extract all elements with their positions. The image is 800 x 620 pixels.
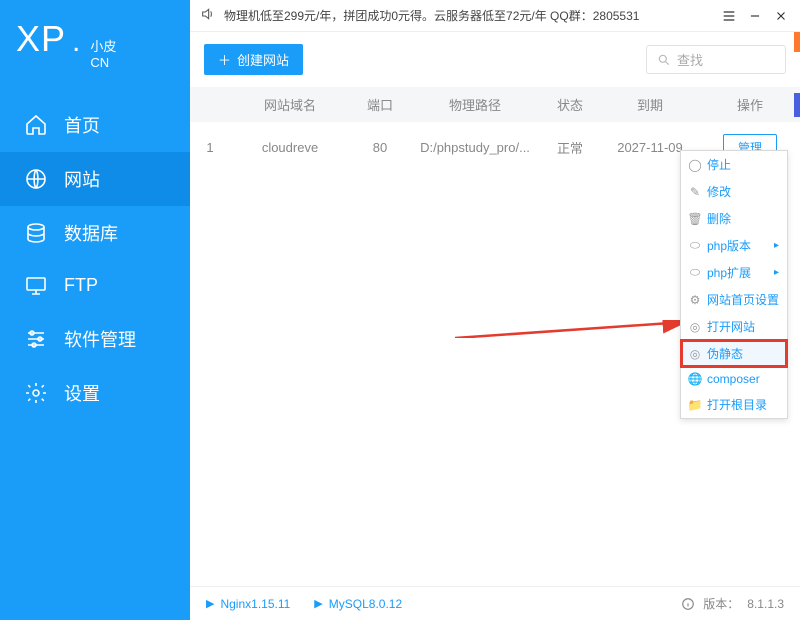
play-icon: ▶	[314, 597, 322, 610]
sidebar-item-website[interactable]: 网站	[0, 152, 190, 206]
plus-icon: ＋	[218, 50, 231, 69]
php-icon: ⬭	[689, 267, 701, 279]
th-status: 状态	[540, 95, 600, 114]
dd-edit[interactable]: ✎修改	[681, 178, 787, 205]
home-icon	[24, 113, 48, 137]
create-site-button[interactable]: ＋ 创建网站	[204, 44, 303, 75]
globe-icon	[24, 167, 48, 191]
info-icon	[681, 597, 695, 611]
dd-rewrite[interactable]: ◎伪静态	[681, 340, 787, 367]
logo-xp: XP	[16, 18, 66, 60]
dd-php-version[interactable]: ⬭php版本▸	[681, 232, 787, 259]
version-info: 版本：8.1.1.3	[681, 595, 784, 612]
folder-icon: 📁	[689, 399, 701, 411]
chevron-right-icon: ▸	[774, 267, 779, 278]
cell-path: D:/phpstudy_pro/...	[410, 140, 540, 155]
close-button[interactable]	[772, 7, 790, 25]
php-icon: ⬭	[689, 240, 701, 252]
monitor-icon	[24, 274, 48, 298]
statusbar: ▶Nginx1.15.11 ▶MySQL8.0.12 版本：8.1.1.3	[190, 586, 800, 620]
minimize-button[interactable]	[746, 7, 764, 25]
sliders-icon	[24, 327, 48, 351]
search-input[interactable]: 查找	[646, 45, 786, 74]
logo: XP . 小皮 CN	[0, 0, 190, 98]
gear-icon	[24, 381, 48, 405]
manage-dropdown: ◯停止 ✎修改 🗑删除 ⬭php版本▸ ⬭php扩展▸ ⚙网站首页设置 ◎打开网…	[680, 150, 788, 419]
accent-orange	[794, 32, 800, 52]
service-mysql[interactable]: ▶MySQL8.0.12	[314, 597, 402, 611]
sidebar-item-label: 数据库	[64, 220, 118, 246]
nav: 首页 网站 数据库 FTP 软件管理 设置	[0, 98, 190, 420]
sidebar-item-software[interactable]: 软件管理	[0, 312, 190, 366]
play-icon: ▶	[206, 597, 214, 610]
cell-port: 80	[350, 140, 410, 155]
sidebar: XP . 小皮 CN 首页 网站 数据库 FTP	[0, 0, 190, 620]
dd-delete[interactable]: 🗑删除	[681, 205, 787, 232]
sidebar-item-label: 首页	[64, 112, 100, 138]
service-nginx[interactable]: ▶Nginx1.15.11	[206, 597, 290, 611]
chevron-right-icon: ▸	[774, 240, 779, 251]
dd-composer[interactable]: 🌐composer	[681, 367, 787, 391]
th-path: 物理路径	[410, 95, 540, 114]
search-placeholder: 查找	[677, 50, 703, 69]
th-port: 端口	[350, 95, 410, 114]
cell-idx: 1	[190, 140, 230, 155]
cell-domain: cloudreve	[230, 140, 350, 155]
th-domain: 网站域名	[230, 95, 350, 114]
database-icon	[24, 221, 48, 245]
sidebar-item-ftp[interactable]: FTP	[0, 260, 190, 312]
edit-icon: ✎	[689, 186, 701, 198]
volume-icon	[200, 6, 216, 25]
dd-stop[interactable]: ◯停止	[681, 151, 787, 178]
sidebar-item-label: 设置	[64, 380, 100, 406]
trash-icon: 🗑	[689, 213, 701, 225]
search-icon	[657, 53, 671, 67]
globe-icon: 🌐	[689, 373, 701, 385]
logo-cn: 小皮 CN	[90, 39, 116, 72]
logo-dot: .	[72, 25, 80, 59]
titlebar: 物理机低至299元/年，拼团成功0元得。云服务器低至72元/年 QQ群：2805…	[190, 0, 800, 32]
cog-icon: ⚙	[689, 294, 701, 306]
th-action: 操作	[700, 95, 800, 114]
sidebar-item-label: FTP	[64, 275, 98, 296]
dd-homepage[interactable]: ⚙网站首页设置	[681, 286, 787, 313]
dd-open-root[interactable]: 📁打开根目录	[681, 391, 787, 418]
toolbar: ＋ 创建网站 查找	[190, 32, 800, 87]
menu-icon[interactable]	[720, 7, 738, 25]
titlebar-promo: 物理机低至299元/年，拼团成功0元得。云服务器低至72元/年 QQ群：2805…	[224, 7, 712, 24]
sidebar-item-settings[interactable]: 设置	[0, 366, 190, 420]
dd-php-ext[interactable]: ⬭php扩展▸	[681, 259, 787, 286]
target-icon: ◎	[689, 321, 701, 333]
th-expire: 到期	[600, 95, 700, 114]
sidebar-item-database[interactable]: 数据库	[0, 206, 190, 260]
cell-status: 正常	[540, 138, 600, 157]
stop-icon: ◯	[689, 159, 701, 171]
sidebar-item-home[interactable]: 首页	[0, 98, 190, 152]
dd-open-site[interactable]: ◎打开网站	[681, 313, 787, 340]
accent-blue	[794, 93, 800, 117]
sidebar-item-label: 软件管理	[64, 326, 136, 352]
create-label: 创建网站	[237, 50, 289, 69]
sidebar-item-label: 网站	[64, 166, 100, 192]
table-header: 网站域名 端口 物理路径 状态 到期 操作	[190, 87, 800, 122]
target-icon: ◎	[689, 348, 701, 360]
